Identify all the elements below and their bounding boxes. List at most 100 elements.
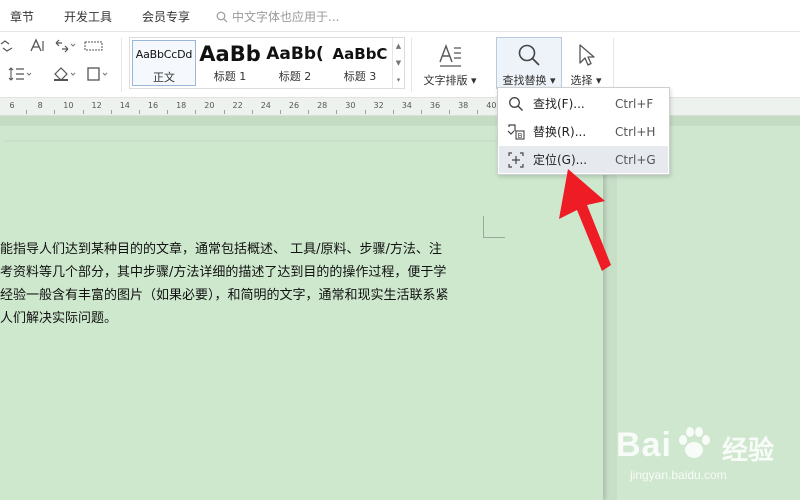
ruler-tick [420,110,422,114]
ruler-tick [279,110,281,114]
ruler-tick [251,110,253,114]
find-replace-label: 查找替换 [502,74,547,87]
chevron-up-icon[interactable]: ▲ [396,42,401,50]
expand-icon[interactable]: ▾ [397,76,401,84]
page-gap [0,116,800,126]
style-heading-1-preview: AaBb [199,42,261,66]
ruler-number: 24 [260,101,271,110]
ruler-tick [449,110,451,114]
ruler-tick [223,110,225,114]
tab-member[interactable]: 会员专享 [142,8,190,25]
ruler-tick [82,110,84,114]
paragraph-line: 经验一般含有丰富的图片（如果必要），和简明的文字，通常和现实生活联系紧 [0,288,449,303]
menu-item-find-label: 查找(F)... [533,97,585,111]
ruler-tick [54,110,56,114]
menu-item-replace[interactable]: B 替换(R)... Ctrl+H [499,118,668,145]
tab-chapter[interactable]: 章节 [10,8,34,25]
select-label: 选择 [570,74,593,87]
ruler-tick [308,110,310,114]
style-heading-2-label: 标题 2 [278,70,312,83]
cursor-arrow-icon [579,44,595,66]
ruler-number: 38 [458,101,469,110]
ruler-number: 32 [373,101,384,110]
ruler-number: 10 [63,101,74,110]
style-normal-preview: AaBbCcDd [135,48,193,61]
style-heading-2-preview: AaBb( [266,44,324,64]
ruler-tick [138,110,140,114]
ruler-number: 22 [232,101,243,110]
ruler-number: 16 [147,101,159,110]
style-heading-3[interactable]: AaBbC 标题 3 [328,40,392,86]
magnifier-icon [518,44,540,66]
select-button[interactable]: 选择 ▾ [566,38,606,88]
ruler-number: 34 [401,101,412,110]
chevron-down-icon[interactable]: ▼ [396,59,401,67]
paragraph-line: 人们解决实际问题。 [0,311,118,326]
ribbon: AaBbCcDd 正文 AaBb 标题 1 AaBb( 标题 2 AaBbC 标… [0,32,800,98]
text-layout-icon [439,44,461,67]
style-heading-3-preview: AaBbC [332,45,388,63]
ribbon-separator [411,38,412,92]
ruler-tick [364,110,366,114]
ruler-tick [392,110,394,114]
red-arrow-annotation [559,169,611,271]
style-normal-label: 正文 [153,71,175,84]
style-gallery: AaBbCcDd 正文 AaBb 标题 1 AaBb( 标题 2 AaBbC 标… [129,37,405,89]
ruler-number: 14 [119,101,130,110]
ruler-number: 36 [429,101,441,110]
menu-item-replace-shortcut: Ctrl+H [615,124,656,139]
ribbon-separator [613,38,614,92]
search-icon [216,11,228,22]
sort-icon[interactable] [0,39,14,53]
paragraph-tools-row1 [0,38,104,54]
paragraph-line: 能指导人们达到某种目的的文章，通常包括概述、 工具/原料、步骤/方法、注 [0,242,442,257]
style-heading-1-label: 标题 1 [213,70,247,83]
ruler-number: 6 [9,101,15,110]
ruler-number: 40 [486,101,497,110]
document-body[interactable]: 能指导人们达到某种目的的文章，通常包括概述、 工具/原料、步骤/方法、注 考资料… [0,238,486,330]
tab-devtools[interactable]: 开发工具 [64,8,112,25]
border-icon[interactable] [86,66,112,82]
paragraph-tools-row2 [8,66,112,82]
paw-logo-icon [679,427,710,458]
ruler-tick [195,110,197,114]
show-marks-icon[interactable] [54,39,76,53]
menu-item-find-shortcut: Ctrl+F [615,96,654,111]
horizontal-ruler[interactable]: 6 8 10 12 14 16 18 20 22 24 26 28 30 32 34 36 38 40 [0,98,800,116]
ruler-number: 18 [176,101,187,110]
style-heading-2[interactable]: AaBb( 标题 2 [263,40,327,86]
paragraph-line: 考资料等几个部分，其中步骤/方法详细的描述了达到目的的操作过程，便于学 [0,265,447,280]
text-direction-icon[interactable] [28,38,46,54]
locate-icon [508,151,524,168]
magnifier-icon [509,96,524,111]
margin-corner-mark [483,216,505,238]
find-replace-button[interactable]: 查找替换 ▾ [496,37,562,89]
menu-item-locate-shortcut: Ctrl+G [615,152,656,167]
svg-text:B: B [518,132,523,140]
command-search[interactable]: 中文字体也应用于... [216,8,339,25]
ruler-tick [477,110,479,114]
ruler-number: 20 [204,101,215,110]
ruler-number: 8 [37,101,43,110]
find-replace-menu: 查找(F)... Ctrl+F B 替换(R)... Ctrl+H 定位(G).… [497,87,670,175]
watermark-brand: Bai [616,426,672,464]
table-border-icon[interactable] [84,40,104,52]
menu-item-replace-label: 替换(R)... [533,125,587,139]
ruler-tick [336,110,338,114]
menu-item-find[interactable]: 查找(F)... Ctrl+F [499,90,668,117]
shading-icon[interactable] [52,66,78,82]
ribbon-separator [121,38,122,92]
text-layout-label: 文字排版 [423,74,468,87]
ruler-number: 28 [317,101,328,110]
ruler-tick [167,110,169,114]
line-spacing-icon[interactable] [8,66,32,82]
ruler-number: 26 [288,101,300,110]
baidu-jingyan-watermark: Bai 经验 jingyan.baidu.com [612,412,800,500]
style-gallery-scroll[interactable]: ▲ ▼ ▾ [392,38,404,88]
style-heading-1[interactable]: AaBb 标题 1 [198,40,262,86]
watermark-url: jingyan.baidu.com [630,468,727,482]
ruler-number: 12 [91,101,102,110]
text-layout-button[interactable]: 文字排版 ▾ [418,38,482,88]
menu-tab-bar: 章节 开发工具 会员专享 中文字体也应用于... [0,0,800,32]
style-normal[interactable]: AaBbCcDd 正文 [132,40,196,86]
